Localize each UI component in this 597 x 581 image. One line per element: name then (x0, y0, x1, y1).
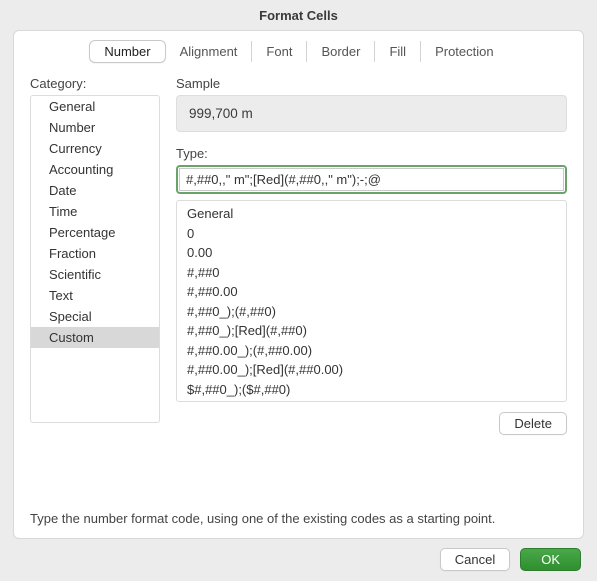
dialog-footer: Cancel OK (440, 548, 581, 571)
format-item[interactable]: #,##0.00_);(#,##0.00) (177, 341, 566, 361)
category-percentage[interactable]: Percentage (31, 222, 159, 243)
tab-protection[interactable]: Protection (421, 41, 508, 62)
format-item[interactable]: General (177, 204, 566, 224)
category-scientific[interactable]: Scientific (31, 264, 159, 285)
category-accounting[interactable]: Accounting (31, 159, 159, 180)
cancel-button[interactable]: Cancel (440, 548, 510, 571)
category-currency[interactable]: Currency (31, 138, 159, 159)
format-item[interactable]: #,##0_);[Red](#,##0) (177, 321, 566, 341)
type-input-wrap (176, 165, 567, 194)
format-item[interactable]: $#,##0_);[Red]($#,##0) (177, 399, 566, 402)
format-item[interactable]: #,##0.00 (177, 282, 566, 302)
tab-alignment[interactable]: Alignment (166, 41, 253, 62)
tab-fill[interactable]: Fill (375, 41, 421, 62)
type-label: Type: (176, 146, 567, 161)
category-text[interactable]: Text (31, 285, 159, 306)
category-list[interactable]: General Number Currency Accounting Date … (30, 95, 160, 423)
type-input[interactable] (179, 168, 564, 191)
delete-button[interactable]: Delete (499, 412, 567, 435)
tab-font[interactable]: Font (252, 41, 307, 62)
dialog-panel: Number Alignment Font Border Fill Protec… (13, 30, 584, 539)
format-item[interactable]: $#,##0_);($#,##0) (177, 380, 566, 400)
format-item[interactable]: #,##0_);(#,##0) (177, 302, 566, 322)
category-time[interactable]: Time (31, 201, 159, 222)
category-date[interactable]: Date (31, 180, 159, 201)
category-general[interactable]: General (31, 96, 159, 117)
format-item[interactable]: #,##0 (177, 263, 566, 283)
tab-border[interactable]: Border (307, 41, 375, 62)
sample-value: 999,700 m (176, 95, 567, 132)
format-item[interactable]: 0 (177, 224, 566, 244)
format-list[interactable]: General 0 0.00 #,##0 #,##0.00 #,##0_);(#… (176, 200, 567, 402)
format-item[interactable]: #,##0.00_);[Red](#,##0.00) (177, 360, 566, 380)
sample-label: Sample (176, 76, 567, 91)
tab-number[interactable]: Number (89, 40, 165, 63)
category-custom[interactable]: Custom (31, 327, 159, 348)
category-label: Category: (30, 76, 160, 91)
category-fraction[interactable]: Fraction (31, 243, 159, 264)
category-number[interactable]: Number (31, 117, 159, 138)
dialog-title: Format Cells (0, 0, 597, 33)
tab-bar: Number Alignment Font Border Fill Protec… (30, 41, 567, 62)
ok-button[interactable]: OK (520, 548, 581, 571)
hint-text: Type the number format code, using one o… (30, 511, 567, 526)
category-special[interactable]: Special (31, 306, 159, 327)
format-item[interactable]: 0.00 (177, 243, 566, 263)
